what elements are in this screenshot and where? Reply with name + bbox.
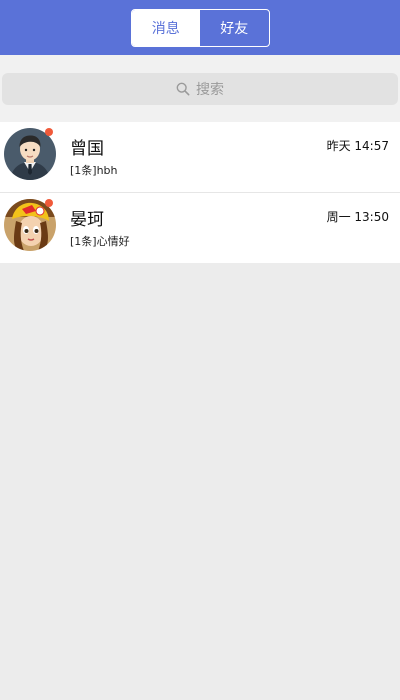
- search-input[interactable]: 搜索: [2, 72, 398, 105]
- search-icon: [176, 82, 190, 95]
- tab-friends[interactable]: 好友: [200, 10, 269, 46]
- search-placeholder: 搜索: [196, 81, 224, 98]
- top-navigation-bar: 消息 好友: [0, 0, 400, 55]
- tab-messages[interactable]: 消息: [131, 9, 200, 46]
- unread-badge: [45, 199, 53, 207]
- contact-name: 曾国: [70, 139, 104, 159]
- list-item[interactable]: 晏珂 [1条]心情好 周一 13:50: [0, 192, 400, 263]
- list-item[interactable]: 曾国 [1条]hbh 昨天 14:57: [0, 122, 400, 192]
- search-section: 搜索: [0, 55, 400, 122]
- message-preview: [1条]心情好: [70, 235, 130, 248]
- conversation-list: 曾国 [1条]hbh 昨天 14:57 晏珂 [1条]心情好 周一 13:50: [0, 122, 400, 263]
- message-time: 周一 13:50: [326, 210, 389, 224]
- unread-badge: [45, 128, 53, 136]
- message-time: 昨天 14:57: [326, 139, 389, 153]
- contact-name: 晏珂: [70, 210, 104, 230]
- segmented-control: 消息 好友: [130, 8, 270, 47]
- message-preview: [1条]hbh: [70, 164, 118, 177]
